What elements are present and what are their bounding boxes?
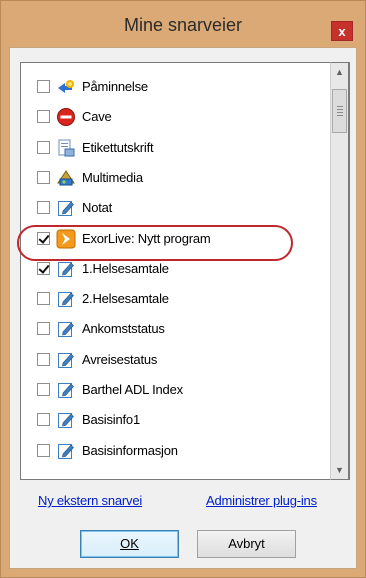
list-item-label: Ankomststatus xyxy=(82,321,165,337)
note-icon xyxy=(56,319,76,339)
list-item-label: Notat xyxy=(82,200,113,216)
list-item-label: Avreisestatus xyxy=(82,351,158,367)
list-item[interactable]: Basisinformasjon xyxy=(21,436,331,466)
checkbox[interactable] xyxy=(37,383,50,396)
list-item-label: Basisinformasjon xyxy=(82,442,178,458)
list-item[interactable]: Basisinfo1 xyxy=(21,405,331,435)
checkbox[interactable] xyxy=(37,80,50,93)
list-item[interactable]: Cave xyxy=(21,102,331,132)
checkbox[interactable] xyxy=(37,413,50,427)
list-item-label: 1.Helsesamtale xyxy=(82,260,169,276)
scroll-down-arrow-icon[interactable]: ▼ xyxy=(331,461,348,479)
checkbox[interactable] xyxy=(37,201,50,215)
reminder-icon xyxy=(56,77,76,97)
cancel-button[interactable]: Avbryt xyxy=(197,530,296,558)
list-item-label: Påminnelse xyxy=(82,79,148,94)
ok-button-label: OK xyxy=(120,536,139,551)
checkbox[interactable] xyxy=(37,110,50,124)
list-item[interactable]: Etikettutskrift xyxy=(21,133,331,163)
list-item[interactable]: 2.Helsesamtale xyxy=(21,284,331,314)
checkbox[interactable] xyxy=(37,443,50,457)
checkbox[interactable] xyxy=(37,261,50,275)
manage-plugins-link[interactable]: Administrer plug-ins xyxy=(206,493,317,508)
list-item-label: Basisinfo1 xyxy=(82,412,140,428)
note-icon xyxy=(56,350,76,370)
list-item[interactable]: Avreisestatus xyxy=(21,345,331,375)
dialog-title: Mine snarveier xyxy=(123,15,243,35)
note-icon xyxy=(56,289,76,309)
label-print-icon xyxy=(56,138,76,158)
shortcuts-list[interactable]: Påminnelse Cave Etikettutskrift Multimedia N… xyxy=(20,62,350,480)
new-external-shortcut-link[interactable]: Ny ekstern snarvei xyxy=(38,493,142,508)
list-item-label: Cave xyxy=(82,109,112,125)
multimedia-icon xyxy=(56,168,76,188)
checkbox[interactable] xyxy=(37,352,50,366)
list-item-label: 2.Helsesamtale xyxy=(82,291,169,307)
list-item-label: Multimedia xyxy=(82,169,143,185)
note-icon xyxy=(56,441,76,461)
list-item-label: Barthel ADL Index xyxy=(82,382,183,397)
scroll-thumb[interactable] xyxy=(332,89,347,133)
note-icon xyxy=(56,380,76,400)
list-scrollbar[interactable]: ▲ ▼ xyxy=(330,62,349,480)
note-icon xyxy=(56,410,76,430)
checkbox[interactable] xyxy=(37,170,50,184)
list-item[interactable]: Ankomststatus xyxy=(21,314,331,344)
ok-button[interactable]: OK xyxy=(80,530,179,558)
note-icon xyxy=(56,259,76,279)
cancel-button-label: Avbryt xyxy=(228,536,265,551)
checkbox[interactable] xyxy=(37,292,50,306)
title-bar[interactable]: Mine snarveier x xyxy=(1,1,365,45)
list-item-label: Etikettutskrift xyxy=(82,139,154,155)
list-item[interactable]: Notat xyxy=(21,193,331,223)
list-item[interactable]: Multimedia xyxy=(21,163,331,193)
highlight-ring xyxy=(17,225,293,261)
close-button[interactable]: x xyxy=(331,21,353,41)
list-item[interactable]: Påminnelse xyxy=(21,72,331,102)
checkbox[interactable] xyxy=(37,322,50,336)
checkbox[interactable] xyxy=(37,140,50,154)
list-item[interactable]: Barthel ADL Index xyxy=(21,375,331,405)
note-icon xyxy=(56,198,76,218)
scroll-up-arrow-icon[interactable]: ▲ xyxy=(331,63,348,81)
stop-icon xyxy=(56,107,76,127)
